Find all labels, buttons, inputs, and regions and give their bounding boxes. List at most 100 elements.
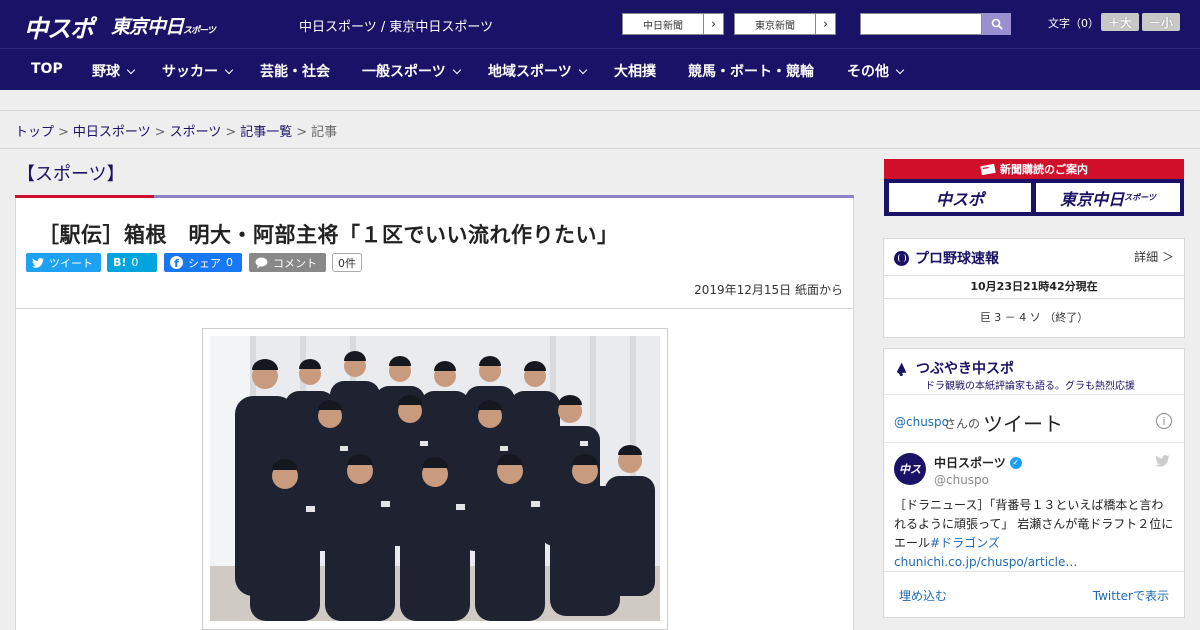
breadcrumb-top[interactable]: トップ: [15, 125, 54, 140]
chevron-down-icon: [452, 65, 461, 75]
baseball-score-widget: プロ野球速報 詳細 ＞ 10月23日21時42分現在 巨 3 － 4 ソ （終了…: [883, 238, 1185, 338]
tweet-label: ツイート: [49, 256, 93, 270]
nav-item-soccer[interactable]: サッカー: [162, 61, 234, 81]
account-name: 中日スポーツ: [934, 456, 1006, 470]
comment-button[interactable]: コメント: [249, 253, 326, 272]
font-smaller-label: －小: [1148, 15, 1173, 30]
timeline-title: ツイート: [983, 412, 1063, 436]
site-header: 中スポ 東京中日スポーツ 中日スポーツ / 東京中日スポーツ 中日新聞 › 東京…: [0, 0, 1200, 48]
search-button[interactable]: [982, 13, 1011, 35]
ext-link-label: 東京新聞: [755, 20, 795, 32]
embed-link[interactable]: 埋め込む: [899, 587, 947, 604]
nav-label: 野球: [92, 64, 120, 80]
font-size-label: 文字（0）: [1048, 17, 1099, 30]
nav-label: 地域スポーツ: [488, 64, 572, 80]
subscribe-banner[interactable]: 新聞購読のご案内 中スポ 東京中日 スポーツ: [884, 159, 1184, 216]
nav-label: 一般スポーツ: [362, 64, 446, 80]
tweet-link[interactable]: chunichi.co.jp/chuspo/article…: [894, 555, 1077, 569]
category-title: 【スポーツ】: [17, 164, 125, 185]
twitter-widget-subtitle: ドラ観戦の本紙評論家も語る。グラも熱烈応援: [925, 381, 1135, 392]
breadcrumb: トップ > 中日スポーツ > スポーツ > 記事一覧 > 記事: [15, 121, 337, 140]
breadcrumb-sports[interactable]: スポーツ: [170, 125, 222, 140]
search-icon: [991, 18, 1003, 30]
divider: [884, 442, 1184, 443]
timeline-header: @chuspo さんの ツイート i: [884, 407, 1184, 437]
nav-label: サッカー: [162, 64, 218, 80]
baseball-widget-header: プロ野球速報: [894, 248, 999, 268]
chunichi-shimbun-link[interactable]: 中日新聞 ›: [622, 13, 724, 35]
article-date: 2019年12月15日 紙面から: [694, 283, 843, 297]
tokyo-chunichi-logo[interactable]: 東京中日スポーツ: [111, 12, 216, 39]
chuspo-logo[interactable]: 中スポ: [24, 9, 94, 44]
article-photo-frame: [202, 328, 668, 630]
nav-label: 競馬・ボート・競輪: [688, 64, 814, 80]
hatena-bookmark-button[interactable]: B! 0: [107, 253, 157, 272]
breadcrumb-separator: >: [225, 125, 237, 140]
divider: [884, 394, 1184, 395]
twitter-handle-link[interactable]: @chuspo: [894, 415, 949, 429]
baseball-detail-link[interactable]: 詳細 ＞: [1134, 248, 1174, 265]
score-updated-time: 10月23日21時42分現在: [884, 275, 1184, 299]
breadcrumb-chunichi-sports[interactable]: 中日スポーツ: [73, 125, 151, 140]
twitter-widget-title: つぶやき中スポ: [916, 361, 1014, 377]
game-score[interactable]: 巨 3 － 4 ソ （終了）: [884, 309, 1184, 325]
comment-count: 0件: [332, 253, 362, 272]
nav-label: 大相撲: [614, 64, 656, 80]
tweet-text: ［ドラニュース］「背番号１３といえば橋本と言われるように頑張って」 岩瀬さんが竜…: [894, 496, 1174, 572]
account-name-row[interactable]: 中日スポーツ ✓: [934, 454, 1022, 471]
info-icon[interactable]: i: [1156, 413, 1172, 429]
tweet-hashtag[interactable]: #ドラゴンズ: [930, 536, 1000, 550]
view-on-twitter-link[interactable]: Twitterで表示: [1093, 587, 1169, 604]
comment-bubble-icon: [255, 257, 268, 268]
font-bigger-button[interactable]: ＋大: [1101, 13, 1139, 31]
subscribe-chuspo-button[interactable]: 中スポ: [889, 183, 1031, 212]
nav-item-sumo[interactable]: 大相撲: [614, 61, 656, 81]
ad-band: [0, 90, 1200, 111]
facebook-share-button[interactable]: f シェア 0: [164, 253, 242, 272]
verified-badge-icon: ✓: [1009, 456, 1022, 469]
subscribe-title: 新聞購読のご案内: [1000, 163, 1088, 176]
nav-label: 芸能・社会: [260, 64, 330, 80]
article-photo[interactable]: [210, 336, 660, 621]
article-body: ［駅伝］箱根 明大・阿部主将「１区でいい流れ作りたい」 ツイート B! 0 f …: [15, 198, 854, 630]
subscribe-tokyo-button[interactable]: 東京中日 スポーツ: [1036, 183, 1180, 212]
breadcrumb-article-list[interactable]: 記事一覧: [240, 125, 292, 140]
breadcrumb-separator: >: [58, 125, 69, 140]
nav-item-others[interactable]: その他: [847, 61, 905, 81]
tokyo-logo-text: 東京中日: [111, 16, 184, 38]
newspaper-icon: [980, 163, 996, 175]
chevron-down-icon: [895, 65, 905, 75]
nav-item-entertainment[interactable]: 芸能・社会: [260, 61, 330, 81]
search-input[interactable]: [860, 13, 982, 35]
site-title-link[interactable]: 中日スポーツ / 東京中日スポーツ: [299, 16, 493, 35]
nav-label: その他: [847, 64, 889, 80]
divider: [0, 148, 1200, 149]
chevron-down-icon: [578, 65, 587, 75]
baseball-icon: [894, 250, 909, 266]
font-smaller-button[interactable]: －小: [1142, 13, 1180, 31]
divider: [16, 308, 853, 309]
nav-label: TOP: [31, 61, 63, 77]
subscribe-header: 新聞購読のご案内: [884, 159, 1184, 179]
chevron-down-icon: [224, 65, 234, 75]
hatena-b-icon: B!: [113, 256, 127, 269]
account-handle: @chuspo: [934, 473, 990, 487]
nav-item-general-sports[interactable]: 一般スポーツ: [362, 61, 461, 81]
nav-item-racing[interactable]: 競馬・ボート・競輪: [688, 61, 814, 81]
ext-link-label: 中日新聞: [643, 20, 683, 32]
avatar[interactable]: 中ス: [894, 453, 926, 485]
chevron-down-icon: [126, 65, 136, 75]
font-bigger-label: ＋大: [1107, 15, 1132, 30]
nav-item-local-sports[interactable]: 地域スポーツ: [488, 61, 587, 81]
handle-suffix: さんの: [944, 417, 981, 431]
tokyo-shimbun-link[interactable]: 東京新聞 ›: [734, 13, 836, 35]
site-search: [860, 13, 1011, 35]
facebook-count: 0: [226, 256, 233, 269]
tweet-button[interactable]: ツイート: [26, 253, 101, 272]
main-nav: TOP 野球 サッカー 芸能・社会 一般スポーツ 地域スポーツ 大相撲 競馬・ボ…: [0, 48, 1200, 90]
facebook-f-icon: f: [170, 256, 183, 269]
nav-item-baseball[interactable]: 野球: [92, 61, 136, 81]
subscribe-tokyo-sub: スポーツ: [1124, 193, 1156, 202]
divider: [884, 571, 1184, 572]
nav-item-top[interactable]: TOP: [31, 61, 63, 77]
